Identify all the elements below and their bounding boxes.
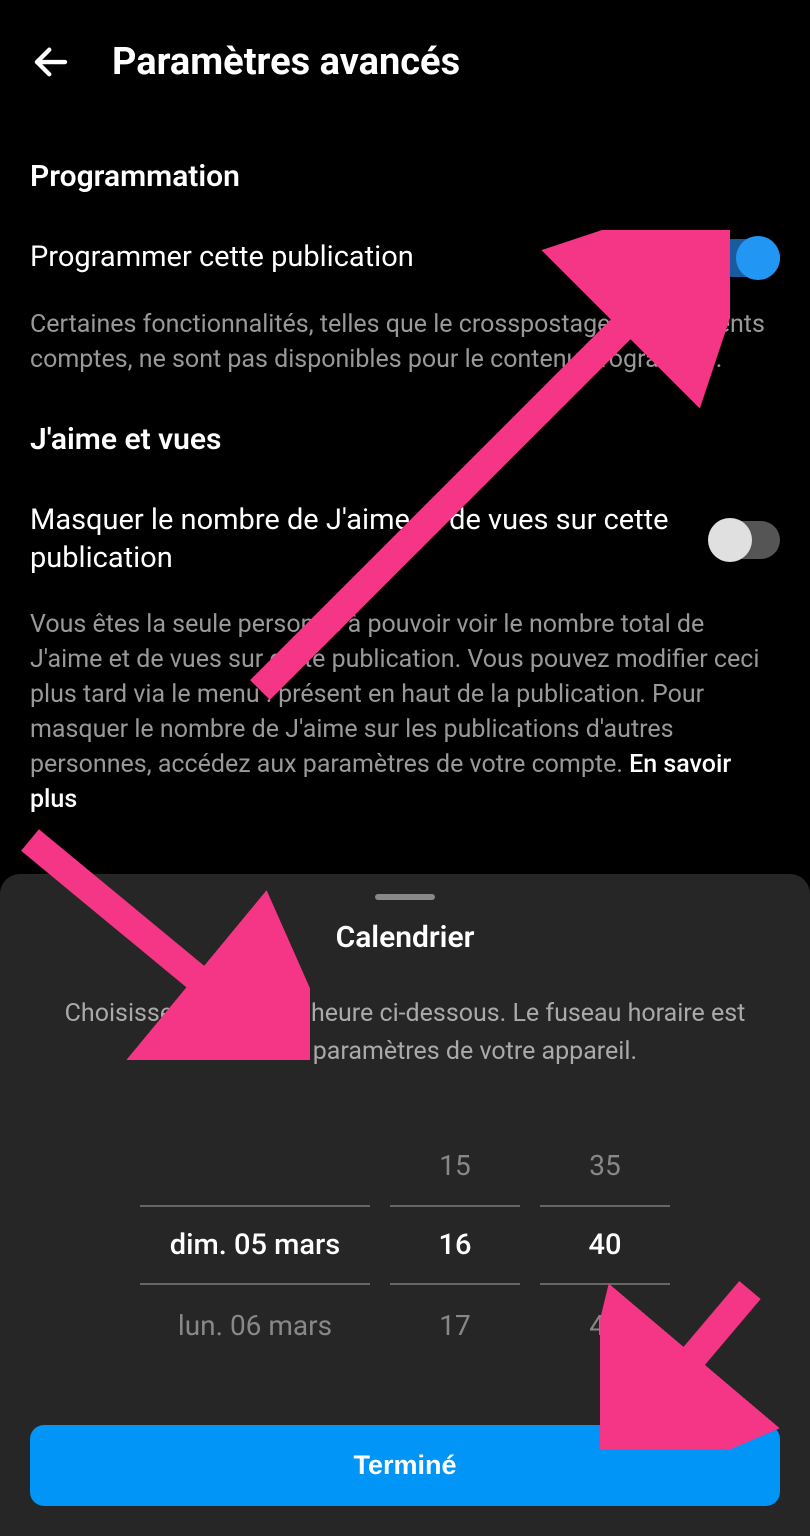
date-next: lun. 06 mars	[140, 1285, 370, 1365]
hide-likes-description: Vous êtes la seule personne à pouvoir vo…	[30, 607, 780, 817]
hour-next: 17	[390, 1285, 520, 1365]
back-arrow-icon[interactable]	[30, 41, 72, 83]
header: Paramètres avancés	[0, 0, 810, 114]
date-picker-column[interactable]: dim. 05 mars lun. 06 mars	[140, 1125, 370, 1365]
schedule-post-row: Programmer cette publication	[30, 239, 780, 277]
minute-selected: 40	[540, 1205, 670, 1285]
hide-likes-row: Masquer le nombre de J'aime et de vues s…	[30, 502, 780, 577]
datetime-picker: dim. 05 mars lun. 06 mars 15 16 17 35 40…	[30, 1125, 780, 1365]
scheduling-section: Programmation Programmer cette publicati…	[0, 159, 810, 377]
hide-likes-label: Masquer le nombre de J'aime et de vues s…	[30, 502, 690, 577]
minute-picker-column[interactable]: 35 40 45	[540, 1125, 670, 1365]
page-title: Paramètres avancés	[112, 40, 460, 84]
minute-next: 45	[540, 1285, 670, 1365]
scheduling-section-title: Programmation	[30, 159, 780, 194]
calendar-description: Choisissez la date et l'heure ci-dessous…	[30, 995, 780, 1070]
schedule-post-description: Certaines fonctionnalités, telles que le…	[30, 307, 780, 377]
done-button[interactable]: Terminé	[30, 1425, 780, 1506]
hide-likes-toggle[interactable]	[710, 521, 780, 559]
calendar-title: Calendrier	[30, 920, 780, 955]
schedule-post-toggle[interactable]	[710, 239, 780, 277]
minute-prev: 35	[540, 1125, 670, 1205]
hour-picker-column[interactable]: 15 16 17	[390, 1125, 520, 1365]
likes-views-section-title: J'aime et vues	[30, 422, 780, 457]
date-prev	[140, 1125, 370, 1205]
sheet-handle[interactable]	[375, 894, 435, 900]
hour-prev: 15	[390, 1125, 520, 1205]
schedule-post-label: Programmer cette publication	[30, 239, 690, 277]
likes-views-section: J'aime et vues Masquer le nombre de J'ai…	[0, 422, 810, 817]
hour-selected: 16	[390, 1205, 520, 1285]
calendar-bottom-sheet: Calendrier Choisissez la date et l'heure…	[0, 874, 810, 1536]
date-selected: dim. 05 mars	[140, 1205, 370, 1285]
